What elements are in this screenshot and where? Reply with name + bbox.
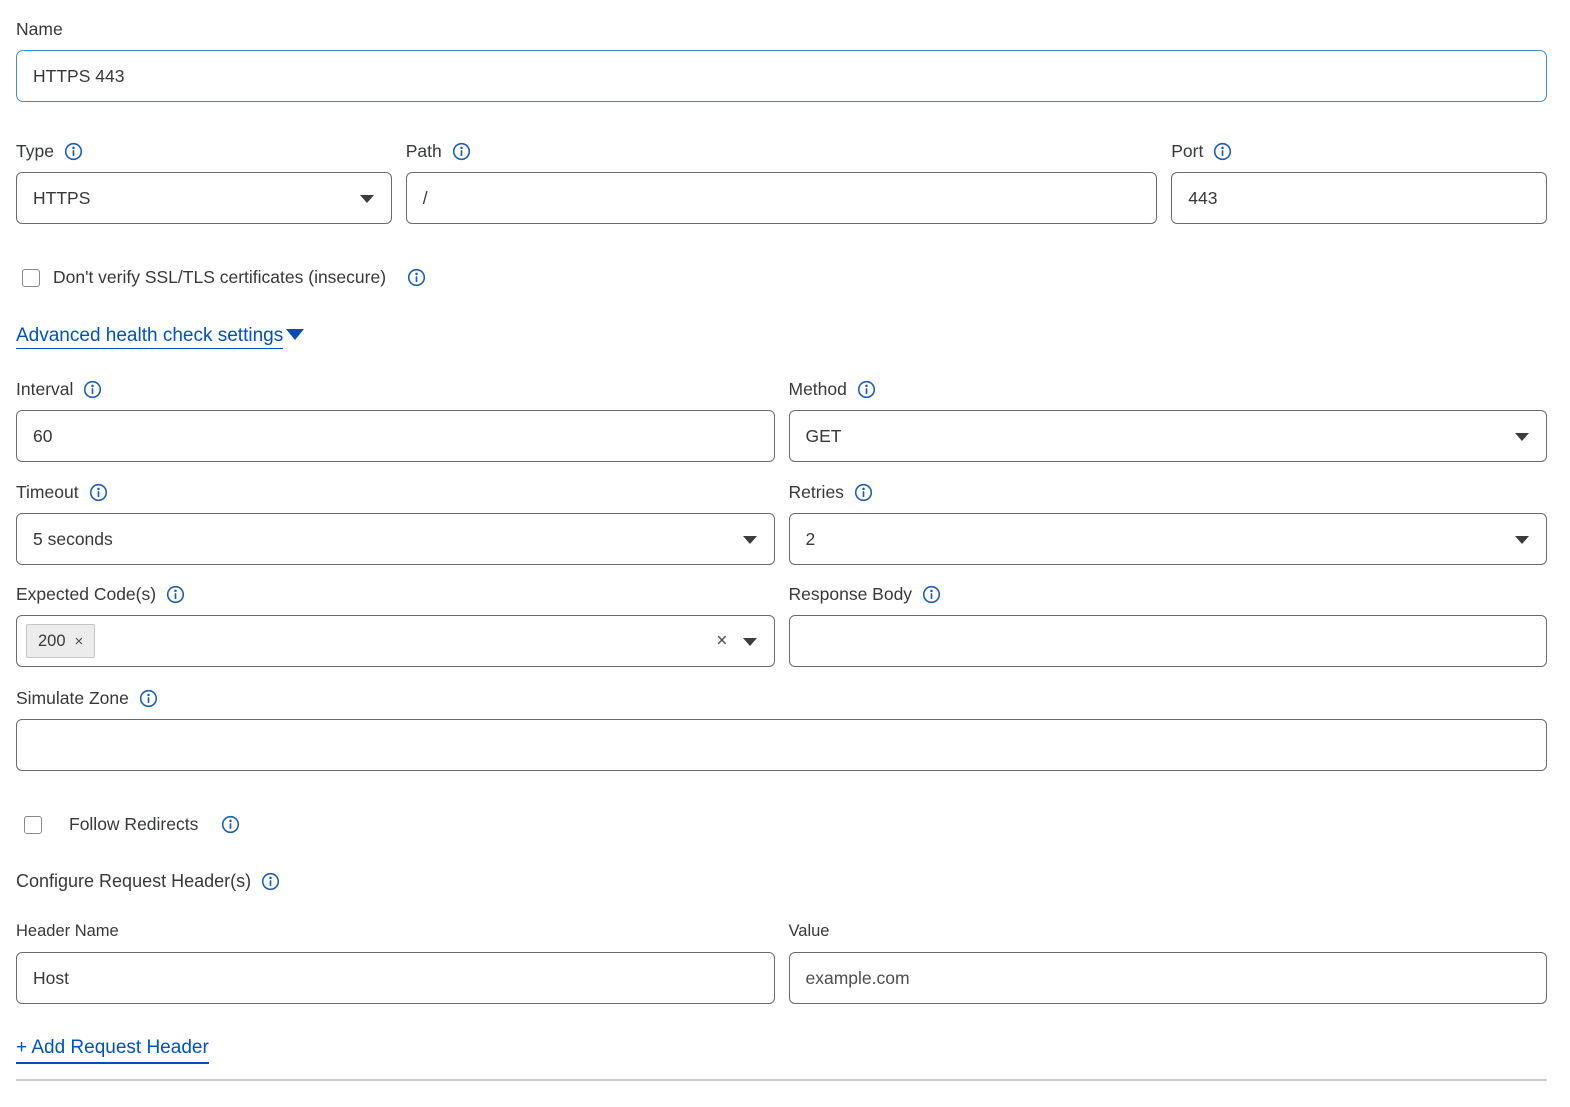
interval-field-group: Interval (16, 378, 775, 462)
timeout-retries-row: Timeout 5 seconds Retries 2 (16, 481, 1547, 565)
response-body-label: Response Body (789, 583, 913, 605)
configure-headers-heading: Configure Request Header(s) (16, 870, 1547, 892)
ssl-verify-checkbox-row: Don't verify SSL/TLS certificates (insec… (22, 267, 1547, 288)
method-field-group: Method GET (789, 378, 1548, 462)
type-select[interactable]: HTTPS (16, 172, 392, 224)
chevron-down-icon (1515, 433, 1529, 441)
port-input[interactable] (1171, 172, 1547, 224)
section-divider (16, 1079, 1547, 1081)
ssl-verify-label: Don't verify SSL/TLS certificates (insec… (53, 267, 386, 288)
retries-label: Retries (789, 481, 844, 503)
info-icon[interactable] (407, 268, 426, 287)
simulate-zone-label: Simulate Zone (16, 687, 129, 709)
header-value-label: Value (789, 920, 830, 942)
response-body-field-group: Response Body (789, 583, 1548, 667)
simulate-zone-input[interactable] (16, 719, 1547, 771)
interval-method-row: Interval Method GET (16, 378, 1547, 462)
advanced-settings-link[interactable]: Advanced health check settings (16, 325, 283, 349)
header-name-label: Header Name (16, 920, 119, 942)
timeout-selected-value: 5 seconds (33, 529, 113, 550)
type-selected-value: HTTPS (33, 188, 90, 209)
follow-redirects-row: Follow Redirects (24, 814, 1547, 835)
method-label: Method (789, 378, 847, 400)
method-select[interactable]: GET (789, 410, 1548, 462)
info-icon[interactable] (1213, 142, 1232, 161)
chevron-down-icon (1515, 536, 1529, 544)
path-label: Path (406, 140, 442, 162)
retries-selected-value: 2 (806, 529, 816, 550)
timeout-select[interactable]: 5 seconds (16, 513, 775, 565)
codes-body-row: Expected Code(s) 200 × × Response Body (16, 583, 1547, 667)
chevron-down-icon (743, 638, 757, 646)
add-request-header-link[interactable]: + Add Request Header (16, 1037, 209, 1064)
type-path-port-row: Type HTTPS Path Port (16, 140, 1547, 224)
chevron-down-icon (360, 195, 374, 203)
header-value-field-group: Value (789, 920, 1548, 1004)
code-tag[interactable]: 200 × (26, 624, 95, 658)
info-icon[interactable] (64, 142, 83, 161)
header-value-input[interactable] (789, 952, 1548, 1004)
follow-redirects-checkbox[interactable] (24, 816, 42, 834)
remove-tag-icon[interactable]: × (75, 633, 84, 650)
method-selected-value: GET (806, 426, 842, 447)
interval-input[interactable] (16, 410, 775, 462)
clear-icon[interactable]: × (716, 632, 727, 651)
follow-redirects-label: Follow Redirects (69, 814, 198, 835)
advanced-settings-row: Advanced health check settings (16, 325, 1547, 347)
info-icon[interactable] (139, 689, 158, 708)
header-name-field-group: Header Name (16, 920, 775, 1004)
port-field-group: Port (1171, 140, 1547, 224)
name-input[interactable] (16, 50, 1547, 102)
ssl-verify-checkbox[interactable] (22, 269, 40, 287)
info-icon[interactable] (221, 815, 240, 834)
name-label: Name (16, 18, 63, 40)
info-icon[interactable] (89, 483, 108, 502)
info-icon[interactable] (922, 585, 941, 604)
name-field-group: Name (16, 18, 1547, 102)
path-field-group: Path (406, 140, 1158, 224)
code-tag-value: 200 (38, 632, 66, 651)
response-body-input[interactable] (789, 615, 1548, 667)
timeout-field-group: Timeout 5 seconds (16, 481, 775, 565)
caret-down-icon (286, 329, 304, 340)
header-name-input[interactable] (16, 952, 775, 1004)
retries-field-group: Retries 2 (789, 481, 1548, 565)
info-icon[interactable] (83, 380, 102, 399)
type-field-group: Type HTTPS (16, 140, 392, 224)
info-icon[interactable] (452, 142, 471, 161)
info-icon[interactable] (857, 380, 876, 399)
timeout-label: Timeout (16, 481, 79, 503)
path-input[interactable] (406, 172, 1158, 224)
simulate-zone-field-group: Simulate Zone (16, 687, 1547, 771)
retries-select[interactable]: 2 (789, 513, 1548, 565)
add-header-row: + Add Request Header (16, 1037, 1547, 1064)
chevron-down-icon (743, 536, 757, 544)
port-label: Port (1171, 140, 1203, 162)
expected-codes-label: Expected Code(s) (16, 583, 156, 605)
type-label: Type (16, 140, 54, 162)
expected-codes-field-group: Expected Code(s) 200 × × (16, 583, 775, 667)
interval-label: Interval (16, 378, 73, 400)
configure-headers-label: Configure Request Header(s) (16, 870, 251, 892)
header-row: Header Name Value (16, 920, 1547, 1004)
info-icon[interactable] (854, 483, 873, 502)
info-icon[interactable] (261, 872, 280, 891)
expected-codes-multiselect[interactable]: 200 × × (16, 615, 775, 667)
info-icon[interactable] (166, 585, 185, 604)
